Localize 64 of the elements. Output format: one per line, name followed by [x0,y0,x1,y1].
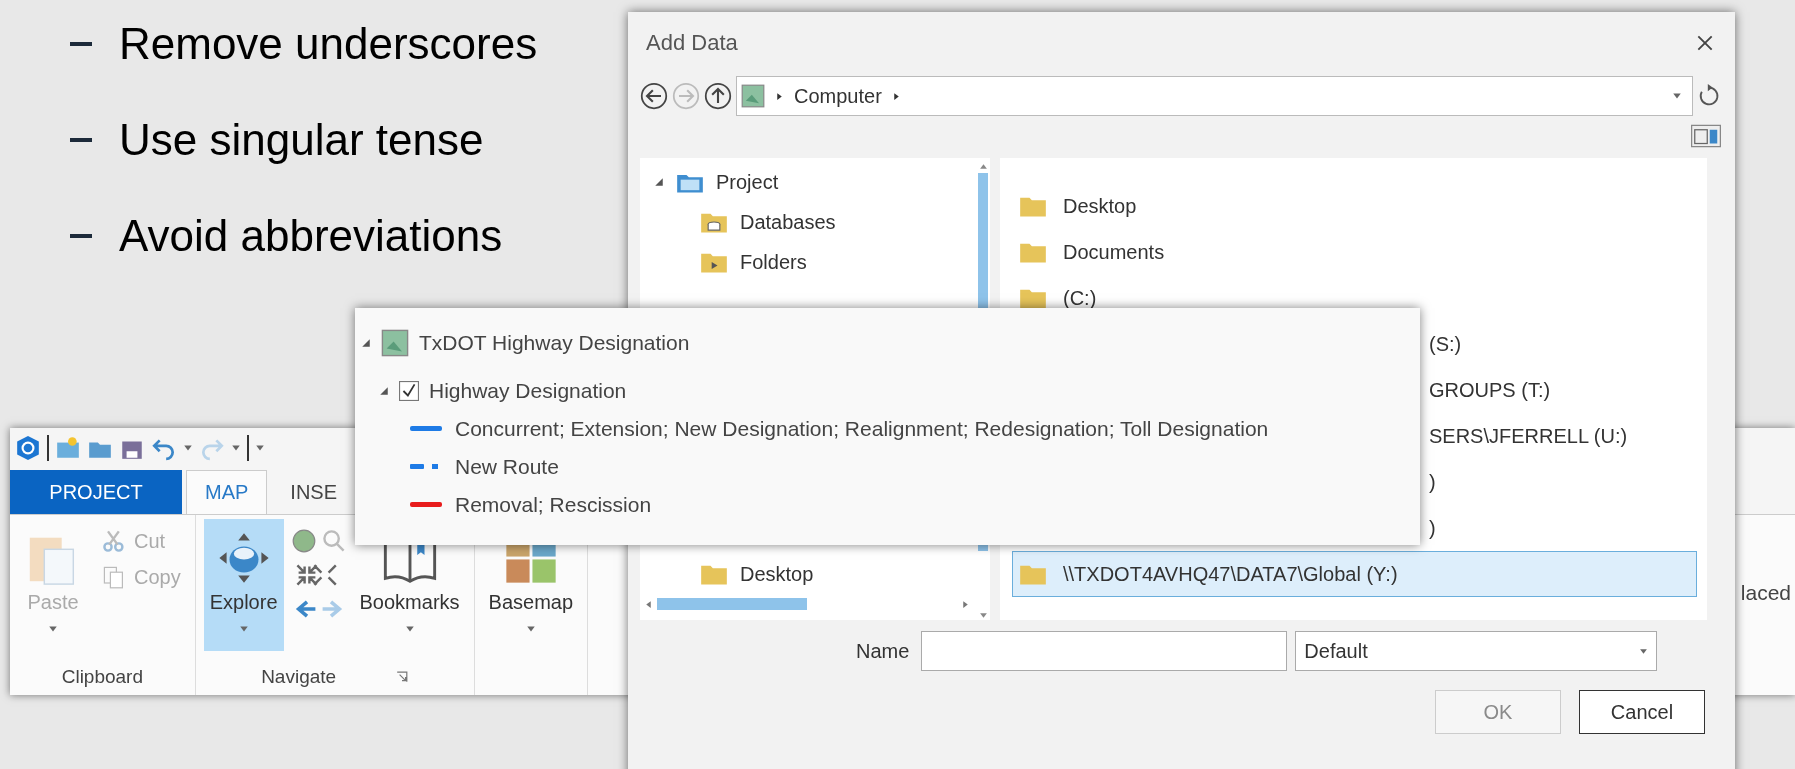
dropdown-caret-icon[interactable] [1672,91,1682,101]
close-icon[interactable] [1697,35,1713,51]
caret-icon [48,624,58,634]
dash-mark [70,138,92,142]
up-icon[interactable] [704,82,732,110]
caret-icon[interactable] [231,443,241,453]
chevron-right-icon[interactable] [775,91,784,101]
layer-name: Highway Designation [429,379,627,403]
tree-item[interactable]: Project [716,170,779,194]
bullet-text: Avoid abbreviations [119,210,503,262]
folder-item[interactable]: Desktop [1012,183,1697,229]
group-label: Clipboard [61,666,143,688]
dropdown-caret-icon [1639,646,1649,656]
tree-item[interactable]: Folders [740,250,807,274]
map-name: TxDOT Highway Designation [419,331,690,355]
folder-item[interactable]: \\TXDOT4AVHQ47\DATA7\Global (Y:) [1012,551,1697,597]
bullet-text: Use singular tense [119,114,484,166]
view-options-icon[interactable] [1691,124,1721,148]
ribbon-text: laced [1740,581,1791,605]
ribbon-tool-button[interactable]: Explore [203,519,284,651]
copy-icon [102,565,126,589]
map-icon [381,329,409,357]
expander-icon[interactable] [379,386,389,396]
app-logo-icon[interactable] [15,435,41,461]
expander-icon[interactable] [654,177,664,187]
back-icon[interactable] [640,82,668,110]
folder-item[interactable]: (C:) [1012,275,1697,321]
dialog-launcher-icon[interactable] [396,671,409,683]
breadcrumb-item[interactable]: Computer [794,84,882,108]
caret-icon[interactable] [183,443,193,453]
chevron-right-icon[interactable] [891,91,901,101]
type-dropdown[interactable]: Default [1295,631,1658,671]
refresh-icon[interactable] [1697,84,1721,108]
dash-mark [70,42,92,46]
bullet-text: Remove underscores [119,18,538,70]
scroll-left-icon[interactable] [644,599,653,609]
scroll-right-icon[interactable] [961,599,970,609]
map-icon [741,84,765,108]
customize-icon[interactable] [255,443,265,453]
legend-label: Concurrent; Extension; New Designation; Realignment; Redesignation; Toll Designation [455,417,1269,441]
caret-icon [238,624,249,634]
globe-icon[interactable] [291,529,316,553]
dash-mark [70,234,92,238]
group-label: Navigate [261,666,337,688]
scroll-down-icon[interactable] [978,611,988,620]
legend-label: Removal; Rescission [455,493,652,517]
ribbon-tab[interactable]: INSE [271,470,357,514]
scissors-icon [102,529,126,553]
caret-icon [404,624,415,634]
ribbon-tab[interactable]: PROJECT [10,470,182,514]
folder-item[interactable]: Documents [1012,229,1697,275]
checkbox[interactable] [399,381,419,401]
scroll-up-icon[interactable] [978,162,988,171]
dialog-title: Add Data [646,30,738,56]
location-bar[interactable]: Computer [736,76,1693,116]
name-field[interactable] [921,631,1288,671]
expander-icon[interactable] [361,338,371,348]
ribbon-tab[interactable]: MAP [186,470,268,514]
tree-item[interactable]: Databases [740,210,836,234]
dialog-button[interactable]: Cancel [1579,690,1705,734]
legend-label: New Route [455,455,559,479]
name-label: Name [856,639,910,663]
caret-icon [525,624,536,634]
tree-item[interactable]: Desktop [740,562,814,586]
